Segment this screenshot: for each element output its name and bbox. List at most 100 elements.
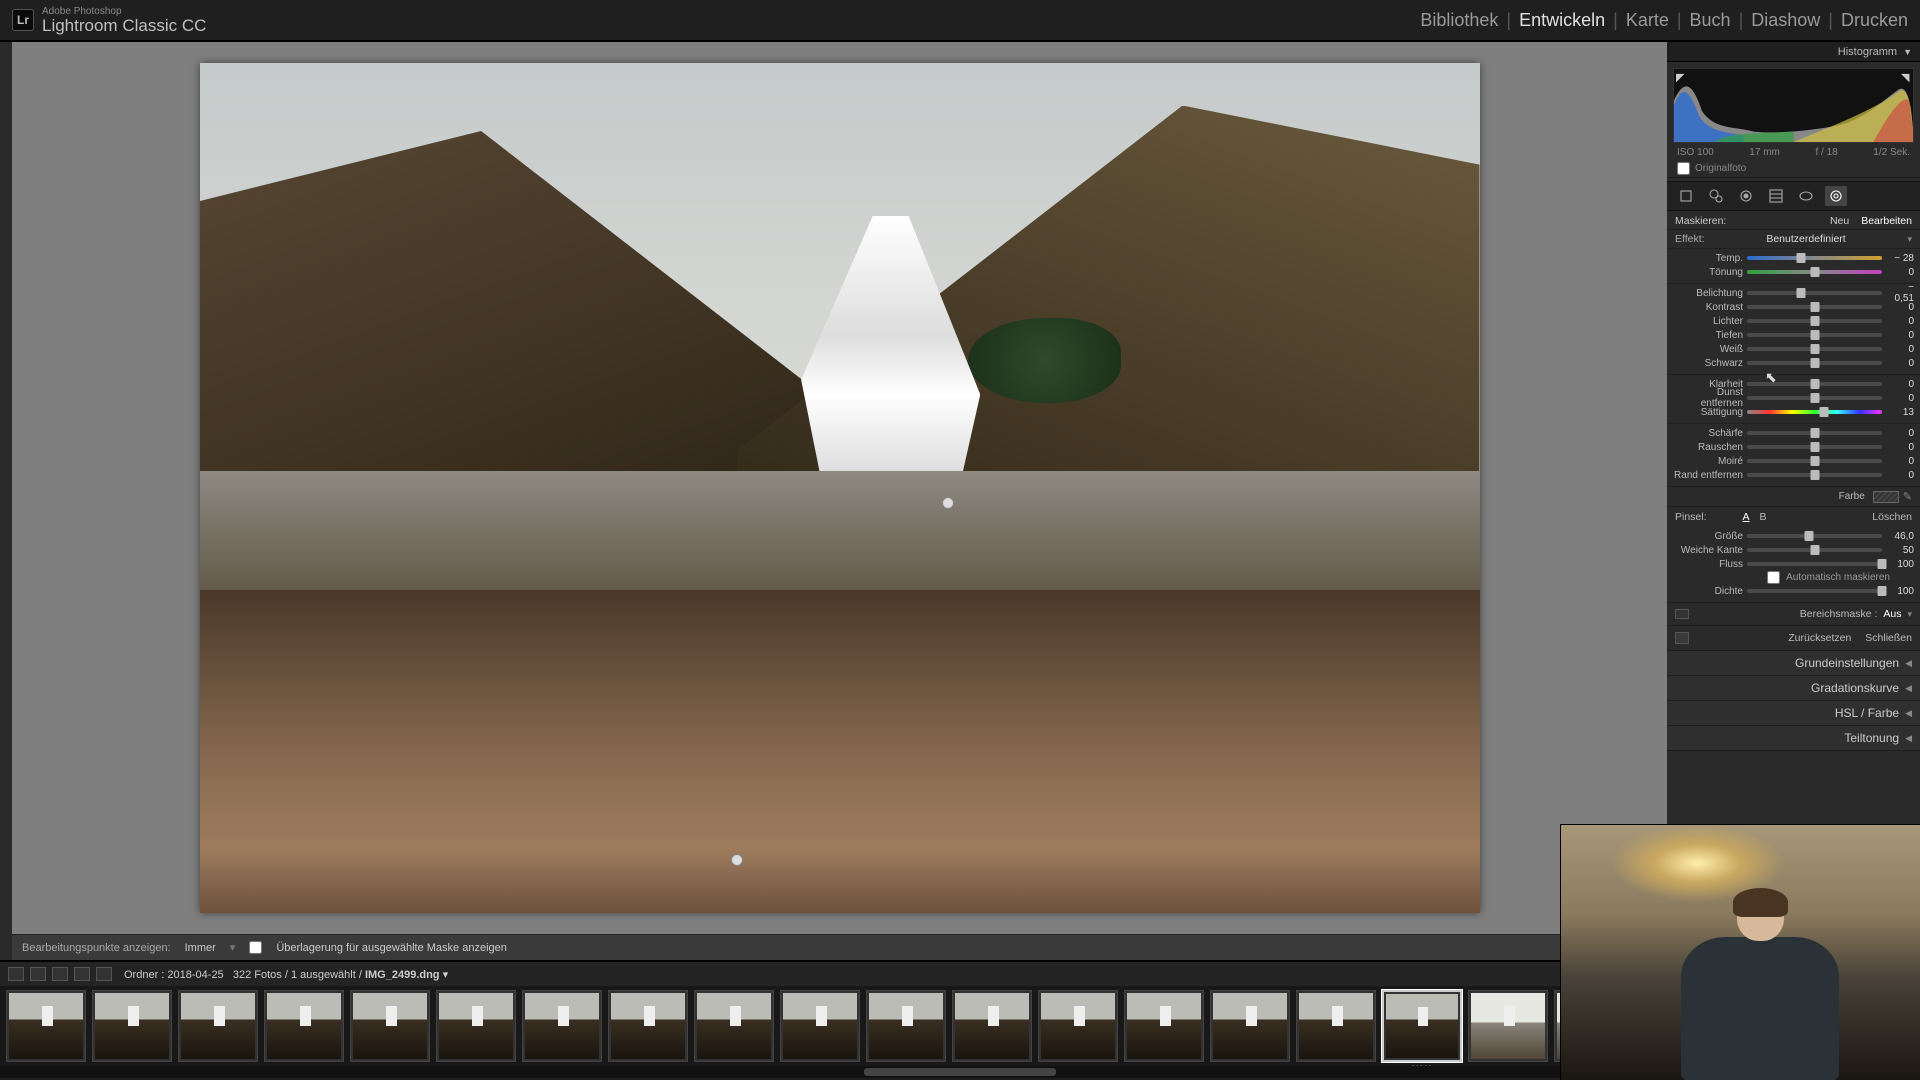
brush-erase[interactable]: Löschen: [1872, 511, 1912, 523]
original-checkbox[interactable]: [1677, 162, 1690, 175]
brush-tool-icon[interactable]: [1825, 186, 1847, 206]
highlight-clip-icon[interactable]: ◥: [1901, 71, 1911, 81]
panel-basic[interactable]: Grundeinstellungen◀: [1667, 651, 1920, 676]
nav-prev-icon[interactable]: [74, 967, 90, 981]
grad-tool-icon[interactable]: [1765, 186, 1787, 206]
slider-sharp-value[interactable]: 0: [1886, 428, 1914, 439]
redeye-tool-icon[interactable]: [1735, 186, 1757, 206]
effekt-preset[interactable]: Benutzerdefiniert: [1705, 233, 1908, 245]
slider-noise-value[interactable]: 0: [1886, 442, 1914, 453]
color-swatch[interactable]: [1873, 491, 1899, 503]
thumb[interactable]: [350, 990, 430, 1062]
spot-tool-icon[interactable]: [1705, 186, 1727, 206]
slider-contrast-value[interactable]: 0: [1886, 302, 1914, 313]
view-compare-icon[interactable]: [30, 967, 46, 981]
slider-highlights[interactable]: [1747, 319, 1882, 323]
slider-dehaze-value[interactable]: 0: [1886, 393, 1914, 404]
left-panel-collapsed[interactable]: [0, 42, 12, 960]
histogram-header[interactable]: Histogramm ▼: [1667, 42, 1920, 62]
thumb[interactable]: [436, 990, 516, 1062]
mask-new[interactable]: Neu: [1830, 215, 1849, 227]
slider-dehaze[interactable]: [1747, 396, 1882, 400]
brush-size-value[interactable]: 46,0: [1886, 531, 1914, 542]
slider-tint[interactable]: [1747, 270, 1882, 274]
thumb[interactable]: [6, 990, 86, 1062]
slider-clarity-value[interactable]: 0: [1886, 379, 1914, 390]
brush-feather-value[interactable]: 50: [1886, 545, 1914, 556]
brush-flow[interactable]: [1747, 562, 1882, 566]
slider-exposure[interactable]: [1747, 291, 1882, 295]
nav-next-icon[interactable]: [96, 967, 112, 981]
brush-a[interactable]: A: [1743, 511, 1750, 523]
slider-whites-value[interactable]: 0: [1886, 344, 1914, 355]
slider-temp-value[interactable]: − 28: [1886, 253, 1914, 264]
range-mask-value[interactable]: Aus: [1883, 608, 1901, 620]
slider-shadows[interactable]: [1747, 333, 1882, 337]
eyedropper-icon[interactable]: ✎: [1903, 490, 1912, 503]
histogram[interactable]: ◤ ◥: [1673, 68, 1914, 143]
thumb[interactable]: [952, 990, 1032, 1062]
view-single-icon[interactable]: [8, 967, 24, 981]
slider-blacks[interactable]: [1747, 361, 1882, 365]
thumb[interactable]: [1210, 990, 1290, 1062]
slider-highlights-value[interactable]: 0: [1886, 316, 1914, 327]
thumb-selected[interactable]: •••••: [1382, 990, 1462, 1062]
slider-defringe-value[interactable]: 0: [1886, 470, 1914, 481]
panel-hsl[interactable]: HSL / Farbe◀: [1667, 701, 1920, 726]
mask-edit[interactable]: Bearbeiten: [1861, 215, 1912, 227]
brush-size[interactable]: [1747, 534, 1882, 538]
brush-flow-value[interactable]: 100: [1886, 559, 1914, 570]
slider-defringe[interactable]: [1747, 473, 1882, 477]
thumb[interactable]: [1468, 990, 1548, 1062]
slider-clarity[interactable]: [1747, 382, 1882, 386]
module-diashow[interactable]: Diashow: [1751, 10, 1820, 31]
slider-blacks-value[interactable]: 0: [1886, 358, 1914, 369]
radial-tool-icon[interactable]: [1795, 186, 1817, 206]
thumb[interactable]: [866, 990, 946, 1062]
thumb[interactable]: [1038, 990, 1118, 1062]
effekt-dropdown-icon[interactable]: ▾: [1907, 234, 1912, 245]
thumb[interactable]: [608, 990, 688, 1062]
slider-contrast[interactable]: [1747, 305, 1882, 309]
thumb[interactable]: [178, 990, 258, 1062]
module-bibliothek[interactable]: Bibliothek: [1420, 10, 1498, 31]
slider-temp[interactable]: [1747, 256, 1882, 260]
view-grid-icon[interactable]: [52, 967, 68, 981]
thumb[interactable]: [522, 990, 602, 1062]
module-entwickeln[interactable]: Entwickeln: [1519, 10, 1605, 31]
histogram-collapse-icon[interactable]: ▼: [1903, 47, 1912, 57]
reset-button[interactable]: Zurücksetzen: [1788, 632, 1851, 644]
slider-saturation[interactable]: [1747, 410, 1882, 414]
brush-feather[interactable]: [1747, 548, 1882, 552]
thumb[interactable]: [780, 990, 860, 1062]
edit-points-mode[interactable]: Immer: [185, 942, 216, 954]
slider-noise[interactable]: [1747, 445, 1882, 449]
slider-shadows-value[interactable]: 0: [1886, 330, 1914, 341]
brush-density-value[interactable]: 100: [1886, 586, 1914, 597]
module-buch[interactable]: Buch: [1690, 10, 1731, 31]
thumb[interactable]: [264, 990, 344, 1062]
slider-whites[interactable]: [1747, 347, 1882, 351]
brush-pin-1[interactable]: [942, 497, 954, 509]
thumb[interactable]: [92, 990, 172, 1062]
brush-pin-2[interactable]: [731, 854, 743, 866]
auto-mask-checkbox[interactable]: [1767, 571, 1780, 584]
range-mask-row[interactable]: Bereichsmaske : Aus ▾: [1667, 603, 1920, 626]
range-mask-toggle[interactable]: [1675, 609, 1689, 619]
panel-split[interactable]: Teiltonung◀: [1667, 726, 1920, 751]
crop-tool-icon[interactable]: [1675, 186, 1697, 206]
brush-b[interactable]: B: [1760, 511, 1767, 523]
shadow-clip-icon[interactable]: ◤: [1676, 71, 1686, 81]
range-mask-dropdown-icon[interactable]: ▾: [1907, 609, 1912, 620]
thumb[interactable]: [694, 990, 774, 1062]
module-drucken[interactable]: Drucken: [1841, 10, 1908, 31]
overlay-checkbox[interactable]: [249, 941, 262, 954]
close-button[interactable]: Schließen: [1865, 632, 1912, 644]
original-photo-toggle[interactable]: Originalfoto: [1667, 160, 1920, 178]
thumb[interactable]: [1124, 990, 1204, 1062]
slider-moire[interactable]: [1747, 459, 1882, 463]
brush-switch[interactable]: [1675, 632, 1689, 644]
slider-sharp[interactable]: [1747, 431, 1882, 435]
main-photo[interactable]: [200, 63, 1480, 913]
slider-tint-value[interactable]: 0: [1886, 267, 1914, 278]
